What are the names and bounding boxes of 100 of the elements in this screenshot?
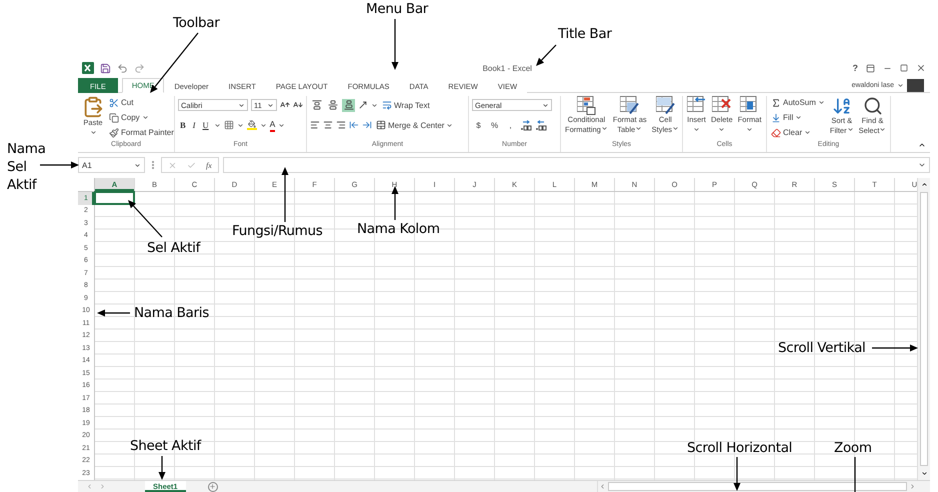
font-color-button[interactable]: A bbox=[270, 118, 276, 132]
wrap-text-button[interactable]: Wrap Text bbox=[381, 98, 431, 112]
clipboard-icon bbox=[82, 96, 104, 118]
clipboard-button[interactable]: Format Painter bbox=[108, 126, 174, 139]
name-box[interactable]: A1 bbox=[78, 157, 145, 173]
font-style-button[interactable]: I bbox=[190, 118, 198, 132]
annotation-label: Nama Baris bbox=[134, 304, 209, 322]
undo-icon[interactable] bbox=[117, 62, 128, 74]
caret-icon bbox=[600, 124, 608, 132]
chevron-down-icon bbox=[920, 470, 928, 476]
number-format-button[interactable]: % bbox=[488, 118, 501, 132]
annotation-label: Menu Bar bbox=[366, 0, 428, 18]
close-icon[interactable] bbox=[916, 63, 926, 73]
orientation-icon bbox=[358, 100, 368, 110]
font-style-button[interactable]: B bbox=[178, 118, 188, 132]
editing-button[interactable]: Fill bbox=[770, 111, 826, 124]
editing-button[interactable]: AutoSum bbox=[770, 96, 826, 109]
caret-icon bbox=[672, 124, 680, 132]
clipboard-button[interactable]: Cut bbox=[108, 96, 174, 109]
scroll-left-icon[interactable] bbox=[599, 482, 606, 490]
merge-center-button[interactable]: Merge & Center bbox=[375, 118, 454, 132]
table-format-icon bbox=[620, 96, 640, 115]
clipboard-button[interactable]: Copy bbox=[108, 111, 174, 124]
annotation-arrow bbox=[282, 167, 288, 222]
vertical-align-button[interactable] bbox=[310, 98, 323, 112]
annotation-label: Title Bar bbox=[558, 25, 612, 43]
insert-cells-icon bbox=[687, 96, 706, 115]
vertical-align-button[interactable] bbox=[326, 98, 339, 112]
sigma-icon bbox=[771, 98, 781, 108]
add-sheet-button[interactable] bbox=[208, 482, 218, 492]
annotation-label: Fungsi/Rumus bbox=[232, 222, 323, 240]
chevron-up-icon bbox=[920, 181, 928, 188]
restore-icon[interactable] bbox=[900, 64, 908, 72]
caret-icon bbox=[260, 122, 267, 128]
number-format-button[interactable]: $ bbox=[472, 118, 485, 132]
delete-cells-icon bbox=[712, 96, 732, 115]
merge-cells-icon bbox=[376, 120, 386, 130]
previous-sheet-icon[interactable] bbox=[86, 482, 93, 490]
save-icon[interactable] bbox=[100, 62, 111, 74]
caret-icon bbox=[693, 126, 700, 133]
annotation-arrow bbox=[734, 457, 740, 491]
redo-icon[interactable] bbox=[134, 62, 145, 74]
align-center-icon bbox=[323, 120, 333, 130]
align-bottom-icon bbox=[344, 100, 354, 110]
ribbon-display-icon[interactable] bbox=[866, 64, 875, 72]
cancel-icon[interactable] bbox=[168, 160, 177, 170]
caret-icon bbox=[879, 126, 886, 133]
enter-icon[interactable] bbox=[187, 160, 196, 170]
increase-font-icon bbox=[280, 100, 290, 110]
search-icon bbox=[862, 96, 882, 116]
decrease-decimal-icon bbox=[535, 120, 547, 130]
sort-filter-icon bbox=[832, 96, 852, 116]
align-left-icon bbox=[310, 120, 320, 130]
horizontal-scrollbar[interactable] bbox=[597, 480, 917, 492]
vertical-align-button[interactable] bbox=[342, 98, 355, 112]
increase-indent-icon bbox=[362, 120, 372, 130]
caret-icon bbox=[718, 126, 726, 133]
spreadsheet-logo-icon bbox=[82, 62, 94, 74]
caret-icon bbox=[542, 102, 549, 108]
caret-icon bbox=[90, 128, 96, 136]
annotation-label: Scroll Horizontal bbox=[687, 439, 792, 457]
format-cells-icon bbox=[740, 96, 760, 115]
fill-color-icon bbox=[246, 120, 257, 130]
scroll-right-icon[interactable] bbox=[909, 482, 916, 490]
scroll-thumb[interactable] bbox=[920, 192, 928, 466]
caret-icon bbox=[236, 122, 244, 128]
align-middle-icon bbox=[328, 100, 338, 110]
annotation-arrow bbox=[128, 200, 162, 238]
number-format-button[interactable]: , bbox=[504, 118, 517, 132]
window-title: Book1 - Excel bbox=[482, 64, 533, 72]
annotation-label: Toolbar bbox=[173, 14, 220, 32]
annotation-arrow bbox=[872, 344, 918, 352]
vertical-scrollbar[interactable] bbox=[917, 178, 930, 480]
scroll-thumb[interactable] bbox=[608, 482, 907, 491]
annotation-label: Scroll Vertikal bbox=[778, 339, 866, 357]
eraser-icon bbox=[771, 128, 781, 138]
font-style-button[interactable]: U bbox=[200, 118, 211, 132]
formula-input-field[interactable] bbox=[222, 157, 930, 173]
annotation-arrow bbox=[158, 456, 166, 480]
conditional-format-icon bbox=[576, 96, 596, 115]
chevron-up-icon bbox=[918, 141, 926, 149]
expand-icon bbox=[918, 161, 926, 169]
annotation-arrow bbox=[392, 186, 398, 220]
annotation-label: Zoom bbox=[834, 439, 872, 457]
caret-icon bbox=[446, 122, 454, 128]
scissors-icon bbox=[109, 98, 119, 108]
collapse-ribbon-button[interactable] bbox=[918, 141, 926, 149]
align-right-icon bbox=[336, 120, 346, 130]
copy-icon bbox=[109, 112, 119, 122]
help-button[interactable]: ? bbox=[852, 63, 858, 73]
next-sheet-icon[interactable] bbox=[99, 482, 106, 490]
annotation-arrow bbox=[97, 310, 130, 316]
decrease-font-icon bbox=[293, 100, 303, 110]
caret-icon bbox=[897, 82, 904, 88]
plus-icon bbox=[209, 483, 216, 490]
editing-button[interactable]: Clear bbox=[770, 126, 826, 139]
insert-function-button[interactable]: fx bbox=[206, 160, 212, 170]
caret-icon bbox=[746, 126, 754, 133]
annotation-label: Sheet Aktif bbox=[130, 437, 201, 455]
caret-icon bbox=[635, 124, 642, 132]
